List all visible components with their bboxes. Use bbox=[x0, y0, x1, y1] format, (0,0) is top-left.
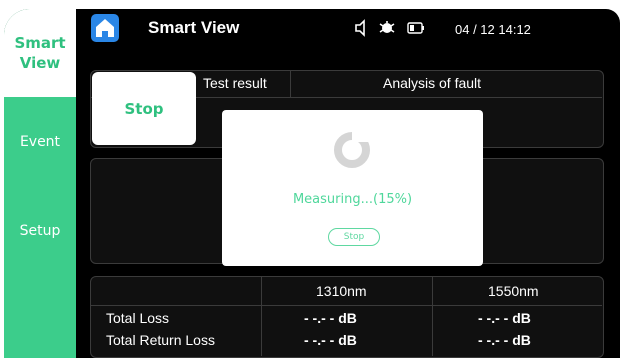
device-frame: Smart View Event Setup Smart View 04 / 1… bbox=[0, 0, 624, 358]
results-col-analysis: Analysis of fault bbox=[383, 75, 482, 91]
divider bbox=[432, 276, 433, 356]
sidebar-item-label: Setup bbox=[19, 223, 61, 239]
total-return-loss-1310: - -.- - dB bbox=[304, 332, 357, 348]
bug-icon bbox=[379, 21, 395, 33]
total-loss-1550: - -.- - dB bbox=[478, 310, 531, 326]
divider bbox=[290, 70, 291, 97]
dialog-stop-button[interactable]: Stop bbox=[328, 228, 380, 246]
unit: dB bbox=[338, 310, 357, 326]
home-button[interactable] bbox=[91, 14, 119, 42]
total-loss-1310: - -.- - dB bbox=[304, 310, 357, 326]
unit: dB bbox=[512, 310, 531, 326]
value: - -.- - bbox=[304, 310, 335, 326]
spinner-icon bbox=[334, 132, 370, 168]
row-label-total-loss: Total Loss bbox=[106, 310, 170, 326]
sidebar-item-event[interactable]: Event bbox=[4, 134, 76, 150]
sidebar-item-label: Event bbox=[19, 134, 61, 150]
home-icon bbox=[96, 19, 114, 37]
speaker-icon bbox=[355, 19, 365, 37]
battery-icon bbox=[407, 22, 424, 34]
divider bbox=[90, 305, 602, 306]
sidebar-item-label: Smart View bbox=[14, 34, 66, 72]
sidebar-item-setup[interactable]: Setup bbox=[4, 223, 76, 239]
sidebar: Smart View Event Setup bbox=[4, 9, 76, 358]
status-icons bbox=[352, 18, 442, 42]
value: - -.- - bbox=[478, 310, 509, 326]
divider bbox=[261, 276, 262, 356]
page-title: Smart View bbox=[148, 18, 240, 37]
total-return-loss-1550: - -.- - dB bbox=[478, 332, 531, 348]
value: - -.- - bbox=[478, 332, 509, 348]
unit: dB bbox=[338, 332, 357, 348]
table-header-1310: 1310nm bbox=[316, 283, 367, 299]
table-header-1550: 1550nm bbox=[488, 283, 539, 299]
datetime: 04 / 12 14:12 bbox=[455, 22, 531, 37]
progress-text: Measuring...(15%) bbox=[292, 192, 413, 207]
row-label-total-return-loss: Total Return Loss bbox=[106, 332, 215, 348]
sidebar-item-smart-view[interactable]: Smart View bbox=[4, 9, 76, 97]
results-col-test-result: Test result bbox=[203, 75, 267, 91]
value: - -.- - bbox=[304, 332, 335, 348]
unit: dB bbox=[512, 332, 531, 348]
stop-button[interactable]: Stop bbox=[92, 72, 196, 145]
